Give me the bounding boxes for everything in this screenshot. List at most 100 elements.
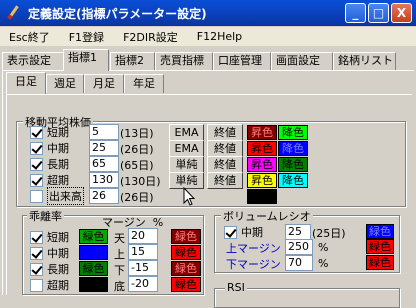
- vr-mid-input[interactable]: 25: [285, 224, 311, 240]
- ma-mid-up-color[interactable]: 昇色: [247, 141, 277, 156]
- dev-top-input[interactable]: 20: [128, 228, 158, 244]
- maximize-button[interactable]: □: [368, 3, 389, 23]
- close-button[interactable]: X: [391, 3, 412, 23]
- vr-mid-color[interactable]: 緑色: [366, 224, 394, 239]
- window-title: 定義設定(指標パラメーター設定): [28, 6, 207, 21]
- ma-short-up-color[interactable]: 昇色: [247, 125, 277, 140]
- ma-short-note: (13日): [120, 127, 154, 140]
- ma-volume-label: 出来高: [47, 187, 84, 205]
- ma-mid-type-button[interactable]: EMA: [169, 140, 204, 157]
- vr-upper-input[interactable]: 250: [285, 239, 313, 255]
- vr-mid-note: (25日): [312, 227, 346, 240]
- dev-long-color[interactable]: 緑色: [79, 261, 108, 276]
- deviation-title: 乖離率: [27, 208, 64, 224]
- ma-short-price-button[interactable]: 終値: [207, 124, 243, 141]
- mouse-cursor-icon: [183, 187, 196, 206]
- minimize-button[interactable]: _: [345, 3, 366, 23]
- ma-short-down-color[interactable]: 降色: [278, 125, 308, 140]
- menu-esc-exit[interactable]: Esc終了: [0, 29, 60, 45]
- ma-long-down-color[interactable]: 降色: [278, 157, 308, 172]
- dev-short-label: 短期: [47, 231, 69, 244]
- dev-mid-label: 中期: [47, 247, 69, 260]
- dev-bottom-color[interactable]: 緑色: [171, 277, 201, 292]
- ma-mid-checkbox[interactable]: [30, 141, 43, 155]
- tab-yearly[interactable]: 年足: [124, 74, 164, 93]
- vr-mid-label: 中期: [241, 226, 263, 239]
- ma-long-type-button[interactable]: 単純: [169, 156, 204, 173]
- dev-upper-color[interactable]: 緑色: [171, 245, 201, 260]
- ma-long-price-button[interactable]: 終値: [207, 156, 243, 173]
- ma-volume-input[interactable]: 26: [89, 188, 119, 204]
- ma-mid-note: (26日): [120, 143, 154, 156]
- pencil-icon: [6, 5, 22, 21]
- ma-super-up-color[interactable]: 昇色: [247, 173, 277, 188]
- ma-super-note: (130日): [120, 175, 161, 188]
- vr-lower-unit: %: [318, 257, 329, 270]
- dev-top-bound: 天: [114, 232, 125, 245]
- tab-daily[interactable]: 日足: [6, 72, 46, 94]
- dev-mid-checkbox[interactable]: [30, 246, 43, 260]
- main-tab-row: 表示設定 指標1 指標2 売買指標 口座管理 画面設定 銘柄リスト: [0, 48, 416, 71]
- ma-long-checkbox[interactable]: [30, 157, 43, 171]
- ma-long-up-color[interactable]: 昇色: [247, 157, 277, 172]
- vr-upper-unit: %: [318, 241, 329, 254]
- ma-short-input[interactable]: 5: [89, 124, 119, 140]
- dev-short-color[interactable]: 緑色: [79, 229, 108, 244]
- rsi-group: RSI: [214, 281, 400, 308]
- dev-long-label: 長期: [47, 263, 69, 276]
- ma-volume-note: (26日): [120, 191, 154, 204]
- dev-lower-bound: 下: [114, 264, 125, 277]
- vr-upper-color[interactable]: 緑色: [366, 239, 394, 254]
- ma-volume-checkbox[interactable]: [30, 189, 43, 203]
- ma-short-checkbox[interactable]: [30, 125, 43, 139]
- dev-top-color[interactable]: 緑色: [171, 229, 201, 244]
- ma-long-note: (65日): [120, 159, 154, 172]
- tab-stock-list[interactable]: 銘柄リスト: [333, 52, 396, 70]
- ma-mid-label: 中期: [47, 142, 69, 155]
- tab-screen-settings[interactable]: 画面設定: [271, 52, 333, 70]
- dev-long-checkbox[interactable]: [30, 262, 43, 276]
- menu-bar: Esc終了 F1登録 F2DIR設定 F12Help: [0, 27, 416, 46]
- ma-mid-input[interactable]: 25: [89, 140, 119, 156]
- vr-lower-color[interactable]: 緑色: [366, 255, 394, 270]
- ma-short-label: 短期: [47, 126, 69, 139]
- volume-ratio-title: ボリュームレシオ: [221, 208, 313, 224]
- ma-mid-price-button[interactable]: 終値: [207, 140, 243, 157]
- dev-bottom-bound: 底: [114, 280, 125, 293]
- tab-weekly[interactable]: 週足: [46, 74, 84, 93]
- dev-mid-color[interactable]: [79, 245, 108, 260]
- ma-super-down-color[interactable]: 降色: [278, 173, 308, 188]
- dev-super-color[interactable]: [79, 277, 108, 292]
- menu-f12-help[interactable]: F12Help: [188, 30, 252, 43]
- tab-trade-indicators[interactable]: 売買指標: [155, 52, 213, 70]
- dev-bottom-input[interactable]: -20: [128, 276, 158, 292]
- vr-upper-label: 上マージン: [226, 242, 281, 255]
- ma-long-label: 長期: [47, 158, 69, 171]
- dev-lower-input[interactable]: -15: [128, 260, 158, 276]
- period-tab-row: 日足 週足 月足 年足: [2, 72, 202, 94]
- ma-super-checkbox[interactable]: [30, 173, 43, 187]
- ma-long-input[interactable]: 65: [89, 156, 119, 172]
- dev-short-checkbox[interactable]: [30, 230, 43, 244]
- ma-volume-color[interactable]: [247, 189, 277, 204]
- menu-f2-dir[interactable]: F2DIR設定: [114, 29, 188, 45]
- dev-upper-bound: 上: [114, 248, 125, 261]
- ma-mid-down-color[interactable]: 降色: [278, 141, 308, 156]
- tab-account[interactable]: 口座管理: [213, 52, 271, 70]
- tab-monthly[interactable]: 月足: [84, 74, 124, 93]
- ma-super-input[interactable]: 130: [89, 172, 119, 188]
- tab-indicator-1[interactable]: 指標1: [63, 49, 109, 71]
- menu-f1-register[interactable]: F1登録: [60, 29, 114, 45]
- vr-lower-input[interactable]: 70: [285, 255, 313, 271]
- dev-upper-input[interactable]: 15: [128, 244, 158, 260]
- ma-super-price-button[interactable]: 終値: [207, 172, 243, 189]
- dev-lower-color[interactable]: 緑色: [171, 261, 201, 276]
- dev-super-checkbox[interactable]: [30, 278, 43, 292]
- vr-lower-label: 下マージン: [226, 258, 281, 271]
- tab-display-settings[interactable]: 表示設定: [2, 52, 64, 70]
- vr-mid-checkbox[interactable]: [224, 225, 237, 239]
- title-bar: 定義設定(指標パラメーター設定) _ □ X: [0, 0, 416, 26]
- tab-indicator-2[interactable]: 指標2: [110, 52, 155, 70]
- ma-short-type-button[interactable]: EMA: [169, 124, 204, 141]
- rsi-title: RSI: [225, 281, 247, 294]
